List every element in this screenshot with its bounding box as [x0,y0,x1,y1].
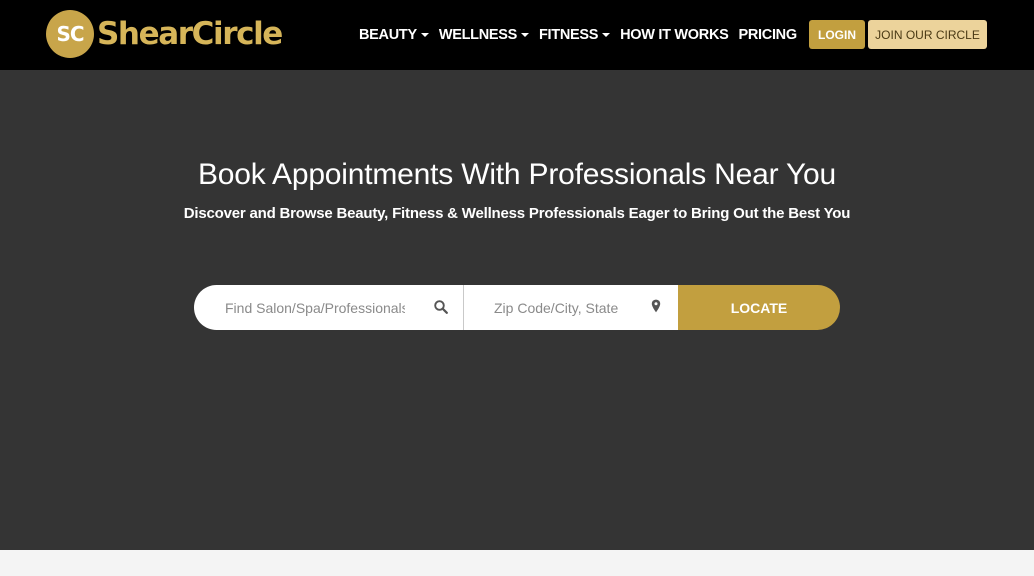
top-navbar: SC ShearCircle BEAUTY WELLNESS FITNESS H… [0,0,1034,70]
location-input[interactable] [494,299,644,316]
nav-item-beauty[interactable]: BEAUTY [359,27,429,43]
brand-logo[interactable]: SC ShearCircle [46,10,283,58]
hero-section: Book Appointments With Professionals Nea… [0,70,1034,550]
location-search-field [464,285,678,330]
caret-down-icon [602,33,611,37]
nav-item-label: FITNESS [539,27,599,43]
search-icon[interactable] [434,300,448,314]
search-bar: LOCATE [194,285,840,330]
nav-item-pricing[interactable]: PRICING [738,27,798,43]
nav-item-label: PRICING [738,27,798,43]
join-our-circle-button[interactable]: JOIN OUR CIRCLE [868,20,987,49]
nav-item-how-it-works[interactable]: HOW IT WORKS [620,27,729,43]
main-nav: BEAUTY WELLNESS FITNESS HOW IT WORKS PRI… [359,0,807,70]
map-pin-icon [651,299,661,313]
page-content-start [0,550,1034,576]
nav-item-fitness[interactable]: FITNESS [539,27,611,43]
nav-item-label: WELLNESS [438,27,517,43]
login-button[interactable]: LOGIN [809,20,865,49]
logo-badge: SC [46,10,94,58]
logo-wordmark: ShearCircle [97,16,283,52]
hero-title: Book Appointments With Professionals Nea… [197,158,837,191]
caret-down-icon [420,33,429,37]
professional-search-field [194,285,463,330]
hero-subtitle: Discover and Browse Beauty, Fitness & We… [183,205,851,222]
caret-down-icon [521,33,529,37]
nav-item-label: BEAUTY [359,27,417,43]
professional-search-input[interactable] [225,299,405,316]
nav-item-wellness[interactable]: WELLNESS [439,27,529,43]
nav-item-label: HOW IT WORKS [620,27,729,43]
locate-button[interactable]: LOCATE [678,285,840,330]
